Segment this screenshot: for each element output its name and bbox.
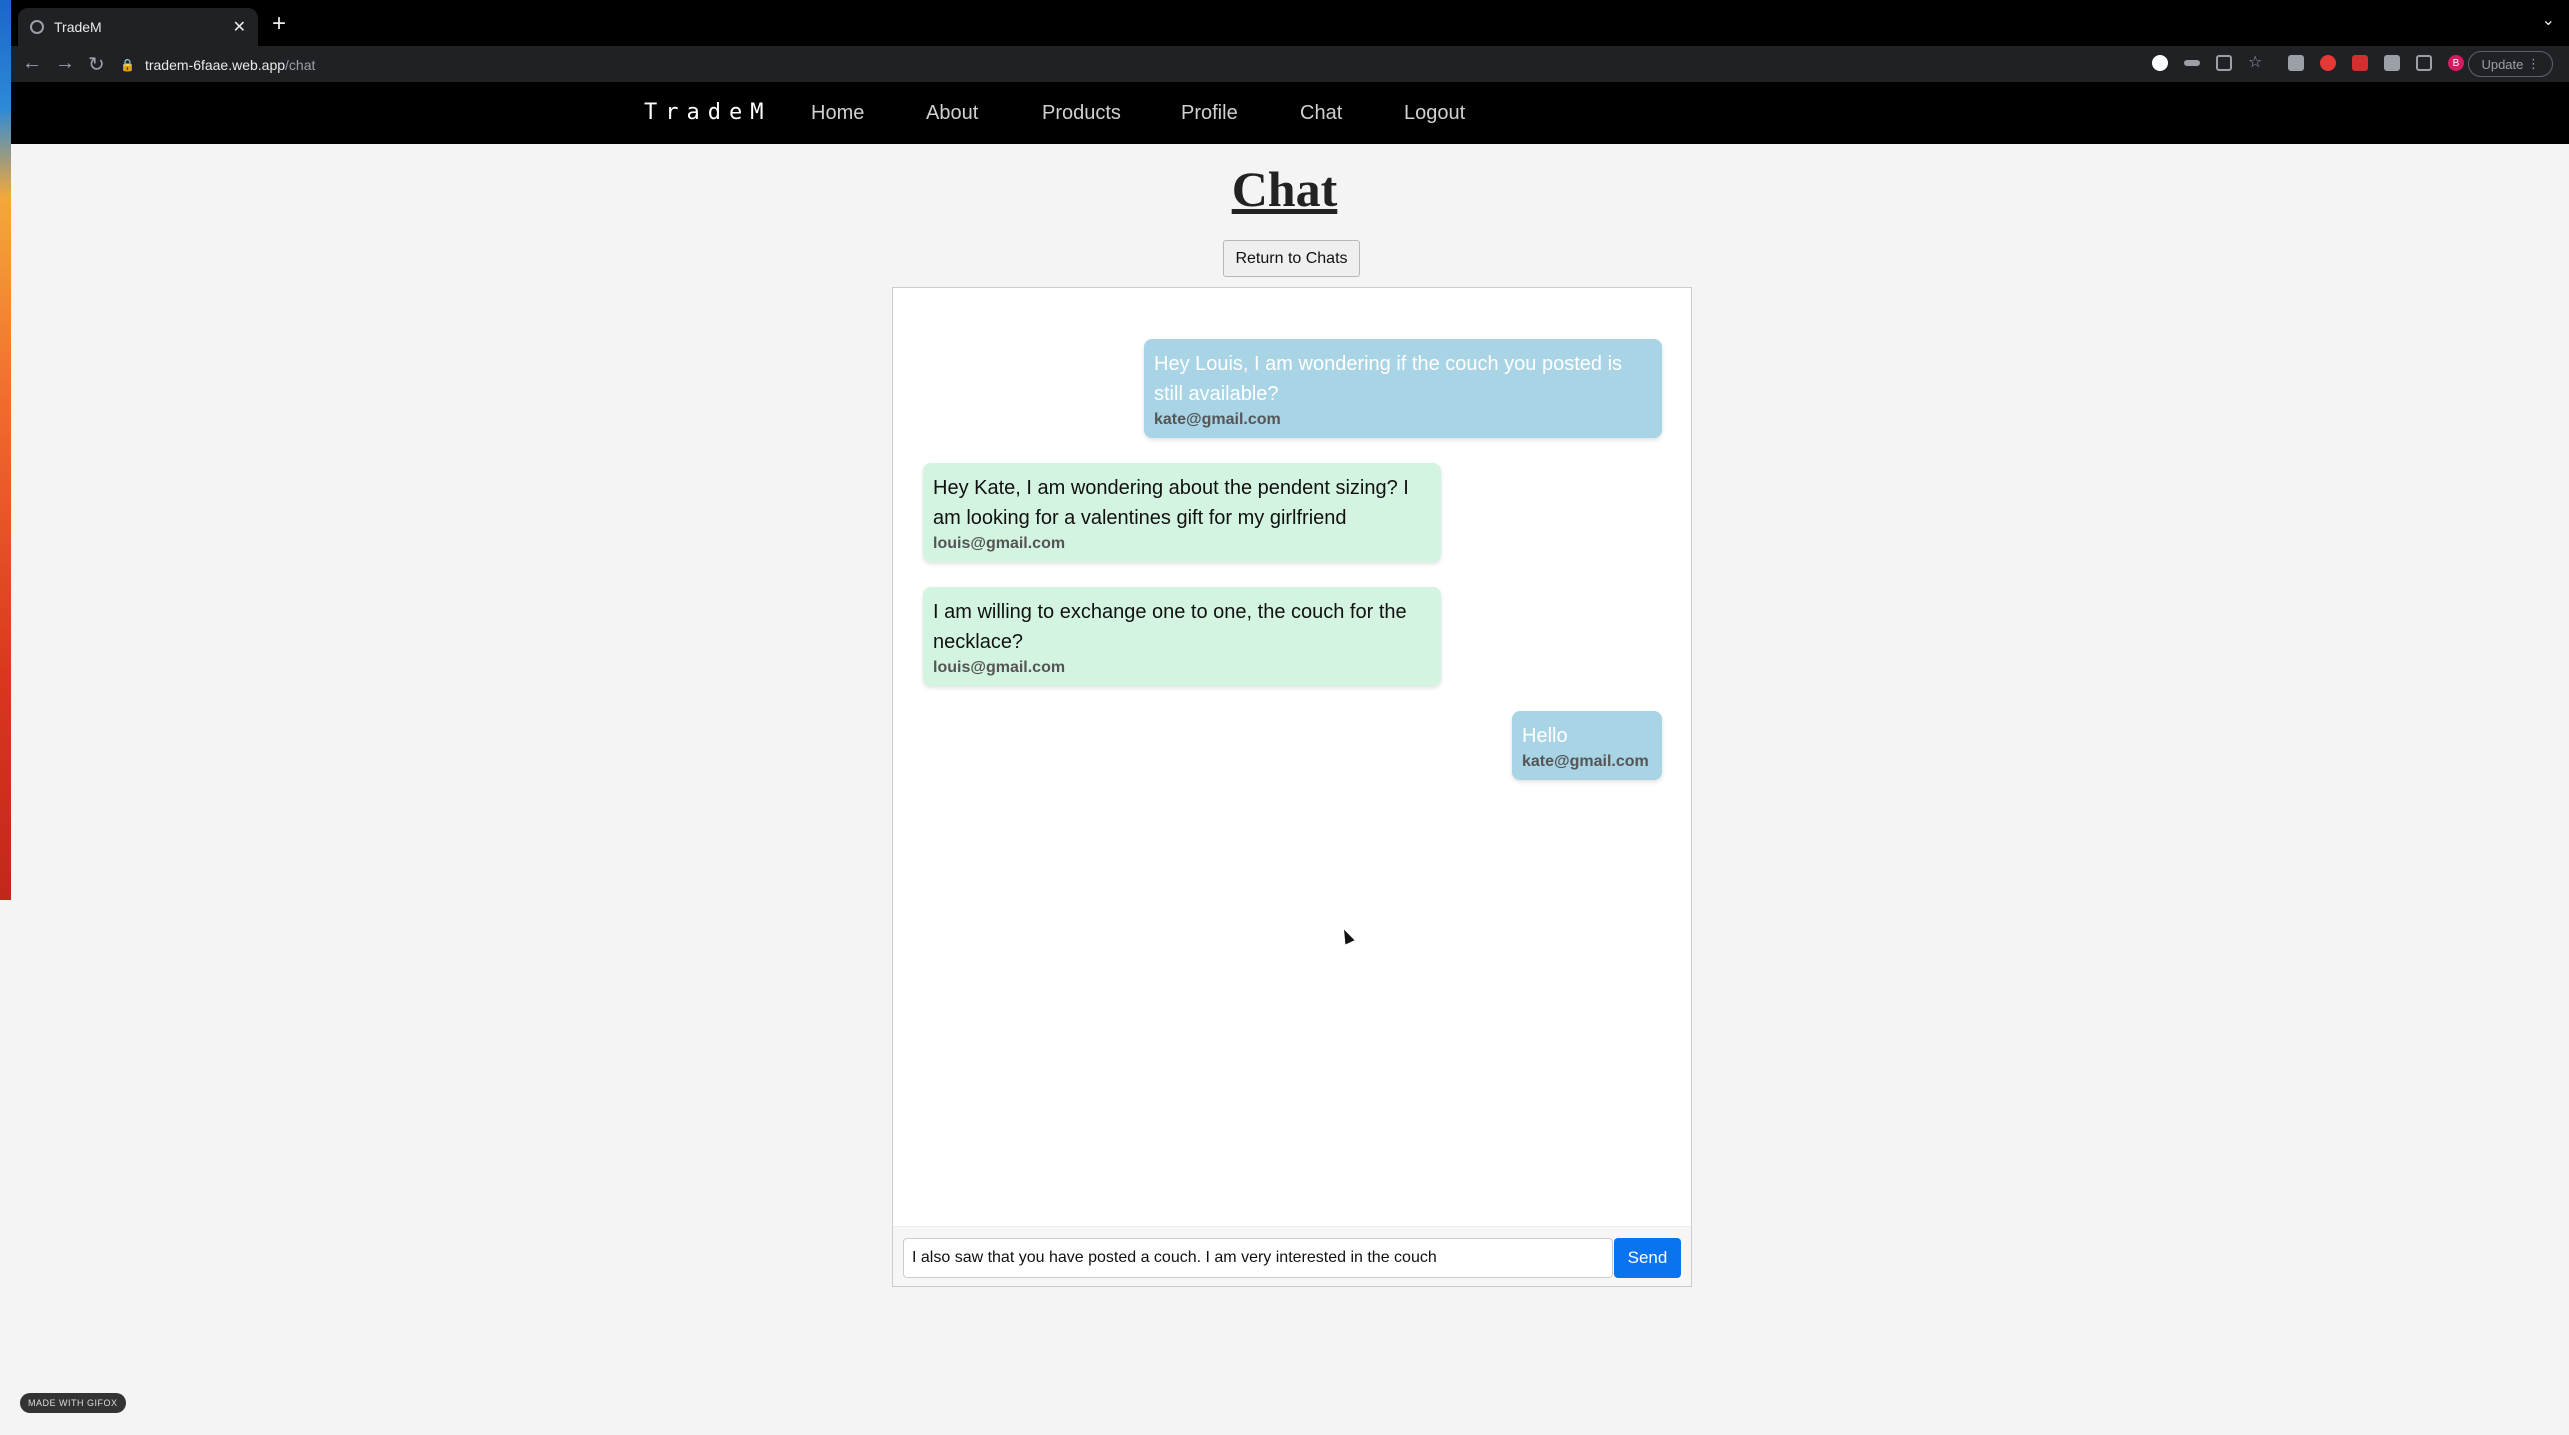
extension-note-icon[interactable]: [2288, 55, 2304, 71]
site-navbar: TradeM Home About Products Profile Chat …: [11, 82, 2569, 144]
message-bubble: Hello kate@gmail.com: [1512, 711, 1662, 780]
message-input[interactable]: [903, 1238, 1613, 1278]
url-path: /chat: [285, 57, 316, 73]
gifox-badge: MADE WITH GIFOX: [20, 1393, 126, 1413]
nav-home[interactable]: Home: [811, 102, 864, 125]
lock-icon: 🔒: [120, 58, 135, 72]
nav-chat[interactable]: Chat: [1300, 102, 1342, 125]
browser-tab-bar: TradeM ✕ + ⌄: [0, 0, 2569, 46]
browser-toolbar: ← → ↻ 🔒 tradem-6faae.web.app/chat ☆ B Up…: [0, 46, 2569, 82]
message-text: Hey Kate, I am wondering about the pende…: [933, 477, 1409, 529]
google-icon[interactable]: [2152, 55, 2168, 71]
share-icon[interactable]: [2216, 55, 2232, 71]
forward-icon[interactable]: →: [55, 52, 75, 75]
chat-window: Hey Louis, I am wondering if the couch y…: [892, 287, 1692, 1287]
message-composer: Send: [893, 1226, 1691, 1286]
close-tab-icon[interactable]: ✕: [233, 17, 246, 37]
back-icon[interactable]: ←: [22, 52, 42, 75]
message-text: Hello: [1522, 725, 1568, 747]
nav-about[interactable]: About: [926, 102, 978, 125]
message-sender: louis@gmail.com: [933, 535, 1066, 552]
message-sender: louis@gmail.com: [933, 659, 1066, 676]
message-text: I am willing to exchange one to one, the…: [933, 601, 1407, 653]
message-bubble: Hey Kate, I am wondering about the pende…: [923, 463, 1441, 562]
message-sender: kate@gmail.com: [1154, 411, 1281, 428]
message-bubble: I am willing to exchange one to one, the…: [923, 587, 1441, 686]
nav-products[interactable]: Products: [1042, 102, 1121, 125]
key-icon[interactable]: [2184, 60, 2200, 66]
nav-logout[interactable]: Logout: [1404, 102, 1465, 125]
globe-icon: [30, 20, 44, 34]
return-to-chats-button[interactable]: Return to Chats: [1223, 240, 1360, 277]
profile-avatar[interactable]: B: [2448, 55, 2464, 71]
update-label: Update: [2481, 56, 2524, 72]
nav-profile[interactable]: Profile: [1181, 102, 1238, 125]
address-bar[interactable]: 🔒 tradem-6faae.web.app/chat: [120, 53, 315, 77]
adblock-icon[interactable]: [2352, 55, 2368, 71]
message-sender: kate@gmail.com: [1522, 753, 1649, 770]
message-bubble: Hey Louis, I am wondering if the couch y…: [1144, 339, 1662, 438]
update-button[interactable]: Update ⋮: [2468, 51, 2553, 77]
tab-title: TradeM: [54, 19, 102, 35]
send-button[interactable]: Send: [1614, 1238, 1681, 1278]
puzzle-icon[interactable]: [2384, 55, 2400, 71]
browser-tab[interactable]: TradeM ✕: [18, 8, 258, 46]
extension-red-icon[interactable]: [2320, 55, 2336, 71]
desktop-wallpaper-strip: [0, 0, 11, 900]
tab-search-icon[interactable]: ⌄: [2542, 10, 2555, 30]
star-icon[interactable]: ☆: [2248, 52, 2264, 71]
brand-logo[interactable]: TradeM: [644, 100, 771, 125]
message-text: Hey Louis, I am wondering if the couch y…: [1154, 353, 1623, 405]
url-host: tradem-6faae.web.app: [144, 57, 286, 73]
reload-icon[interactable]: ↻: [88, 52, 105, 77]
new-tab-icon[interactable]: +: [272, 10, 286, 38]
sidepanel-icon[interactable]: [2416, 55, 2432, 71]
page-title: Chat: [1231, 161, 1338, 217]
